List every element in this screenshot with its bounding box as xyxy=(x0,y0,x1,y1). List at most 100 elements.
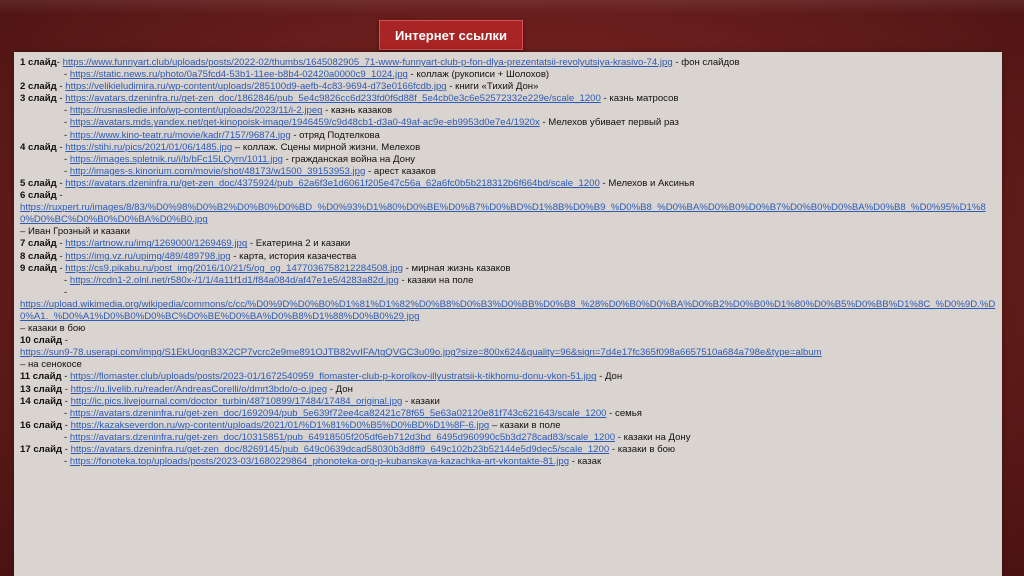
slide-label: 3 слайд xyxy=(20,93,57,105)
source-link[interactable]: https://kazakseverdon.ru/wp-content/uplo… xyxy=(71,420,490,431)
source-link[interactable]: https://avatars.mds.yandex.net/get-kinop… xyxy=(70,117,540,128)
link-row: – на сенокосе xyxy=(20,359,996,371)
source-link[interactable]: https://static.news.ru/photo/0a75fcd4-53… xyxy=(70,69,408,80)
link-row: - https://images.spletnik.ru/i/b/bFc15LQ… xyxy=(20,154,996,166)
link-description: - Дон xyxy=(327,383,353,395)
link-description: - карта, история казачества xyxy=(230,250,357,262)
slide-label: 2 слайд xyxy=(20,81,57,93)
link-row: - https://rcdn1-2.olnl.net/r580x-/1/1/4a… xyxy=(20,275,996,287)
link-row: 16 слайд - https://kazakseverdon.ru/wp-c… xyxy=(20,420,996,432)
link-row: https://ruxpert.ru/images/8/83/%D0%98%D0… xyxy=(20,202,996,226)
source-link[interactable]: https://upload.wikimedia.org/wikipedia/c… xyxy=(20,299,995,322)
source-link[interactable]: https://ruxpert.ru/images/8/83/%D0%98%D0… xyxy=(20,202,986,225)
slide-label: 1 слайд xyxy=(20,57,57,68)
source-link[interactable]: https://avatars.dzeninfra.ru/get-zen_doc… xyxy=(65,178,600,189)
link-description: - казаки на Дону xyxy=(615,431,691,443)
source-link[interactable]: https://stihi.ru/pics/2021/01/06/1485.jp… xyxy=(65,142,232,153)
source-link[interactable]: https://velikieludimira.ru/wp-content/up… xyxy=(65,81,446,92)
link-description: - казаки xyxy=(402,395,440,407)
link-description: - казаки в бою xyxy=(609,444,676,455)
link-row: https://upload.wikimedia.org/wikipedia/c… xyxy=(20,299,996,323)
slide-label: 16 слайд xyxy=(20,419,63,431)
source-link[interactable]: https://img.vz.ru/upimg/489/489798.jpg xyxy=(65,251,230,262)
link-description: - фон слайдов xyxy=(672,57,740,68)
separator: - xyxy=(62,419,71,431)
slide-label: 17 слайд xyxy=(20,444,63,455)
link-description: – казаки в бою xyxy=(20,323,86,335)
separator: - xyxy=(62,335,68,347)
link-description: - мирная жизнь казаков xyxy=(402,262,511,274)
slide-label: 13 слайд xyxy=(20,383,63,395)
link-description: - гражданская война на Дону xyxy=(283,153,416,165)
link-description: - казнь казаков xyxy=(322,105,393,117)
source-link[interactable]: http://images-s.kinorium.com/movie/shot/… xyxy=(70,166,365,177)
source-link[interactable]: https://sun9-78.userapi.com/impg/S1EkUog… xyxy=(20,347,822,358)
link-row: 4 слайд - https://stihi.ru/pics/2021/01/… xyxy=(20,142,996,154)
link-row: - xyxy=(20,287,996,299)
link-description: – казаки в поле xyxy=(489,419,561,431)
separator: - xyxy=(56,190,63,202)
link-row: 13 слайд - https://u.livelib.ru/reader/A… xyxy=(20,384,996,396)
source-link[interactable]: https://avatars.dzeninfra.ru/get-zen_doc… xyxy=(65,93,601,104)
link-description: – коллаж. Сцены мирной жизни. Мелехов xyxy=(232,141,421,153)
link-description: - книги «Тихий Дон» xyxy=(446,81,539,93)
source-link[interactable]: https://u.livelib.ru/reader/AndreasCorel… xyxy=(71,384,328,395)
link-row: - https://fonoteka.top/uploads/posts/202… xyxy=(20,456,996,468)
link-description: - казак xyxy=(569,456,602,468)
top-highlight xyxy=(0,0,1024,14)
link-row: - https://static.news.ru/photo/0a75fcd4-… xyxy=(20,69,996,81)
links-panel: 1 слайд - https://www.funnyart.club/uploa… xyxy=(14,52,1002,576)
separator: - xyxy=(61,371,71,383)
links-list: 1 слайд - https://www.funnyart.club/uploa… xyxy=(14,52,1002,468)
link-description: - коллаж (рукописи + Шолохов) xyxy=(407,69,550,81)
slide-label: 14 слайд xyxy=(20,395,63,407)
slide-label: 5 слайд xyxy=(20,177,57,189)
link-row: 3 слайд - https://avatars.dzeninfra.ru/g… xyxy=(20,93,996,105)
link-description: - Дон xyxy=(596,371,623,383)
source-link[interactable]: https://rusnasledie.info/wp-content/uplo… xyxy=(70,105,323,116)
source-link[interactable]: https://artnow.ru/img/1269000/1269469.jp… xyxy=(65,238,247,249)
link-row: - https://rusnasledie.info/wp-content/up… xyxy=(20,105,996,117)
slide-label: 8 слайд xyxy=(20,250,57,262)
link-row: – казаки в бою xyxy=(20,323,996,335)
link-row: - https://avatars.dzeninfra.ru/get-zen_d… xyxy=(20,408,996,420)
source-link[interactable]: http://ic.pics.livejournal.com/doctor_tu… xyxy=(71,396,403,407)
link-row: 17 слайд - https://avatars.dzeninfra.ru/… xyxy=(20,444,996,456)
link-row: 11 слайд - https://flomaster.club/upload… xyxy=(20,371,996,383)
source-link[interactable]: https://cs9.pikabu.ru/post_img/2016/10/2… xyxy=(65,263,403,274)
link-row: https://sun9-78.userapi.com/impg/S1EkUog… xyxy=(20,347,996,359)
link-description: - Мелехов убивает первый раз xyxy=(539,117,679,129)
slide-label: 4 слайд xyxy=(20,141,57,153)
link-description: – Иван Грозный и казаки xyxy=(20,226,130,238)
source-link[interactable]: https://avatars.dzeninfra.ru/get-zen_doc… xyxy=(70,408,607,419)
link-description: - арест казаков xyxy=(365,165,436,177)
source-link[interactable]: https://www.kino-teatr.ru/movie/kadr/715… xyxy=(70,130,291,141)
separator: - xyxy=(62,383,71,395)
separator: - xyxy=(62,395,71,407)
link-description: - казаки на поле xyxy=(398,274,474,286)
source-link[interactable]: https://rcdn1-2.olnl.net/r580x-/1/1/4a11… xyxy=(70,275,399,286)
source-link[interactable]: https://avatars.dzeninfra.ru/get-zen_doc… xyxy=(71,444,610,455)
link-row: 2 слайд - https://velikieludimira.ru/wp-… xyxy=(20,81,996,93)
link-description: – на сенокосе xyxy=(20,359,82,371)
source-link[interactable]: https://images.spletnik.ru/i/b/bFc15LQyr… xyxy=(70,154,283,165)
link-description: - казнь матросов xyxy=(600,93,679,105)
slide-label: 10 слайд xyxy=(20,335,63,347)
link-row: 6 слайд - xyxy=(20,190,996,202)
slide-label: 11 слайд xyxy=(20,371,62,383)
source-link[interactable]: https://flomaster.club/uploads/posts/202… xyxy=(70,371,596,382)
page-title: Интернет ссылки xyxy=(379,20,523,50)
link-row: - https://www.kino-teatr.ru/movie/kadr/7… xyxy=(20,130,996,142)
link-row: 7 слайд - https://artnow.ru/img/1269000/… xyxy=(20,238,996,250)
link-row: 9 слайд - https://cs9.pikabu.ru/post_img… xyxy=(20,263,996,275)
slide-label: 7 слайд xyxy=(20,238,57,250)
link-row: 8 слайд - https://img.vz.ru/upimg/489/48… xyxy=(20,251,996,263)
source-link[interactable]: https://fonoteka.top/uploads/posts/2023-… xyxy=(70,456,569,467)
source-link[interactable]: https://avatars.dzeninfra.ru/get-zen_doc… xyxy=(70,432,615,443)
link-row: - https://avatars.dzeninfra.ru/get-zen_d… xyxy=(20,432,996,444)
link-row: 5 слайд - https://avatars.dzeninfra.ru/g… xyxy=(20,178,996,190)
link-description: - Екатерина 2 и казаки xyxy=(247,238,351,250)
link-row: 14 слайд - http://ic.pics.livejournal.co… xyxy=(20,396,996,408)
source-link[interactable]: https://www.funnyart.club/uploads/posts/… xyxy=(63,57,673,68)
link-row: – Иван Грозный и казаки xyxy=(20,226,996,238)
